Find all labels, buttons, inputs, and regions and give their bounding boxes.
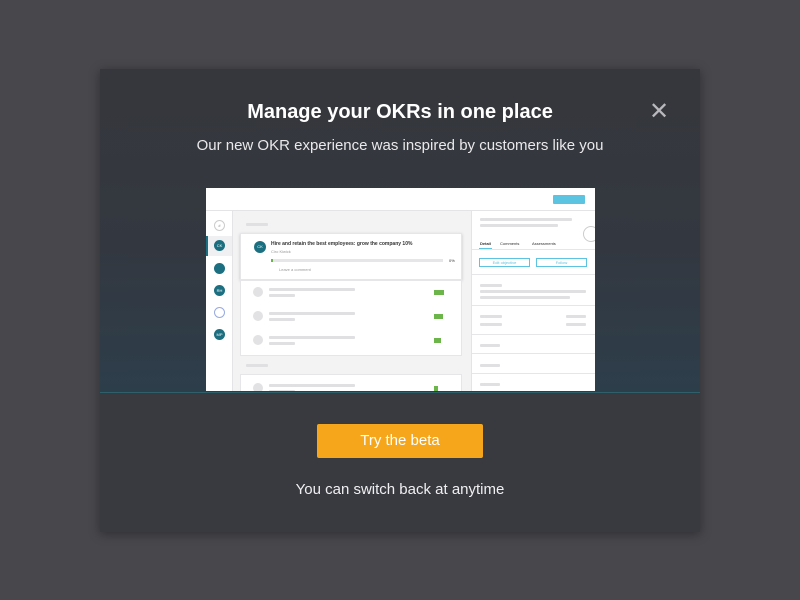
preview-detail-panel: Detail Comments Assessments Edit objecti… [471,211,595,391]
preview-placeholder-line [269,288,355,291]
preview-divider [472,373,595,374]
preview-progress-bar [271,259,443,262]
preview-placeholder-line [566,323,586,326]
preview-topbar [206,188,595,211]
preview-placeholder-line [246,364,268,367]
preview-placeholder-line [269,390,295,391]
switch-back-note: You can switch back at anytime [295,481,505,498]
preview-sidebar-item: RH [214,285,225,296]
preview-kr-progress [434,290,444,295]
preview-divider [472,353,595,354]
preview-placeholder-line [480,323,502,326]
preview-kr-avatar [253,335,263,345]
preview-placeholder-line [246,223,268,226]
preview-divider [472,249,595,250]
preview-placeholder-line [480,364,500,367]
preview-placeholder-line [480,344,500,347]
preview-tab-detail: Detail [480,241,491,246]
preview-objective-card: CK Hire and retain the best employees: g… [240,233,462,280]
preview-kr-progress [434,314,443,319]
preview-sidebar-item [214,263,225,274]
preview-placeholder-line [480,383,500,386]
preview-objective-card [240,374,462,391]
preview-tab-comments: Comments [500,241,520,246]
preview-placeholder-line [566,315,586,318]
preview-divider [472,334,595,335]
preview-tab-assessments: Assessments [532,241,556,246]
preview-placeholder-line [269,294,295,297]
preview-kr-avatar [253,311,263,321]
preview-sidebar: # CK RH MP [206,211,233,391]
preview-placeholder-line [480,315,502,318]
preview-placeholder-line [269,342,295,345]
preview-objective-list: CK Hire and retain the best employees: g… [240,216,462,391]
preview-keyresult-group [240,280,462,356]
preview-placeholder-line [480,224,558,227]
preview-kr-progress [434,338,441,343]
preview-edit-objective-button: Edit objective [479,258,530,267]
preview-objective-avatar: CK [254,241,266,253]
preview-placeholder-line [269,312,355,315]
preview-sidebar-item: # [214,220,225,231]
okr-beta-modal: Manage your OKRs in one place Our new OK… [100,69,700,532]
preview-placeholder-line [480,290,586,293]
preview-divider [472,305,595,306]
preview-sidebar-item: MP [214,329,225,340]
try-beta-button[interactable]: Try the beta [317,424,483,458]
preview-placeholder-line [480,218,572,221]
preview-progress-value: 0% [449,258,455,263]
preview-kr-progress [434,386,438,391]
preview-topbar-button [553,195,585,204]
preview-placeholder-line [480,296,570,299]
preview-kr-avatar [253,287,263,297]
preview-objective-owner: Ciro Kiwick [271,249,291,254]
preview-placeholder-line [269,318,295,321]
preview-placeholder-line [269,336,355,339]
preview-placeholder-line [480,284,502,287]
preview-sidebar-item: CK [214,240,225,251]
preview-placeholder-line [269,384,355,387]
preview-progress-fill [271,259,273,262]
modal-title: Manage your OKRs in one place [247,101,553,123]
preview-kr-avatar [253,383,263,391]
close-icon[interactable]: ✕ [648,100,670,124]
modal-subtitle: Our new OKR experience was inspired by c… [196,137,604,154]
preview-leave-comment: Leave a comment [279,267,311,272]
preview-objective-title: Hire and retain the best employees: grow… [271,241,413,247]
preview-divider [472,274,595,275]
preview-panel-avatar [583,226,595,242]
preview-sidebar-item [214,307,225,318]
modal-header-area: Manage your OKRs in one place Our new OK… [100,69,700,393]
okr-preview-screenshot: # CK RH MP CK Hire and retain the best e… [206,188,595,391]
preview-follow-button: Follow [536,258,587,267]
